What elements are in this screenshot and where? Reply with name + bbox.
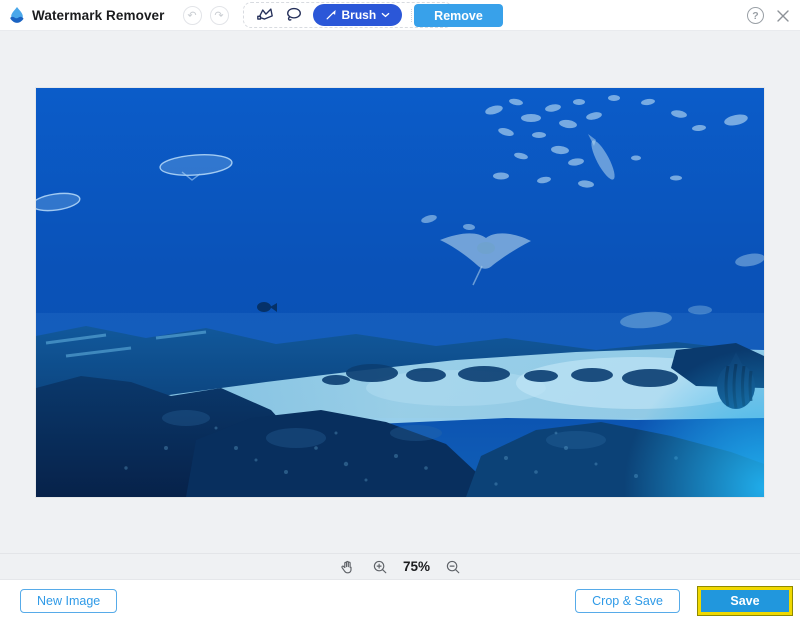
footer-bar: New Image Crop & Save Save <box>0 579 800 622</box>
zoom-level: 75% <box>403 559 430 574</box>
crop-and-save-button[interactable]: Crop & Save <box>575 589 680 613</box>
brush-tool-button[interactable]: Brush <box>313 4 403 26</box>
lasso-icon[interactable] <box>284 5 304 25</box>
remove-button[interactable]: Remove <box>414 4 503 27</box>
help-icon[interactable]: ? <box>747 7 764 24</box>
watermark-remover-window: Watermark Remover ↶ ↷ <box>0 0 800 622</box>
hand-tool-icon[interactable] <box>337 557 357 577</box>
brush-icon <box>325 9 337 21</box>
header-toolbar: Watermark Remover ↶ ↷ <box>0 0 800 31</box>
undo-icon[interactable]: ↶ <box>183 6 202 25</box>
save-button[interactable]: Save <box>701 590 789 612</box>
zoom-out-icon[interactable] <box>443 557 463 577</box>
window-controls: ? <box>747 0 791 31</box>
zoom-statusbar: 75% <box>0 553 800 579</box>
editor-workspace: 75% <box>0 31 800 579</box>
image-canvas[interactable] <box>36 88 764 497</box>
underwater-aquarium-photo <box>36 88 764 497</box>
app-logo-icon <box>8 6 26 24</box>
save-actions: Crop & Save Save <box>575 586 793 616</box>
app-title: Watermark Remover <box>32 8 165 23</box>
polygon-lasso-icon[interactable] <box>255 5 275 25</box>
close-icon[interactable] <box>775 8 791 24</box>
brush-label: Brush <box>342 8 377 22</box>
zoom-in-icon[interactable] <box>370 557 390 577</box>
toolbar-separator <box>411 9 412 22</box>
new-image-button[interactable]: New Image <box>20 589 117 613</box>
history-controls: ↶ ↷ <box>183 6 229 25</box>
redo-icon[interactable]: ↷ <box>210 6 229 25</box>
save-button-highlight: Save <box>697 586 793 616</box>
chevron-down-icon <box>381 12 390 18</box>
